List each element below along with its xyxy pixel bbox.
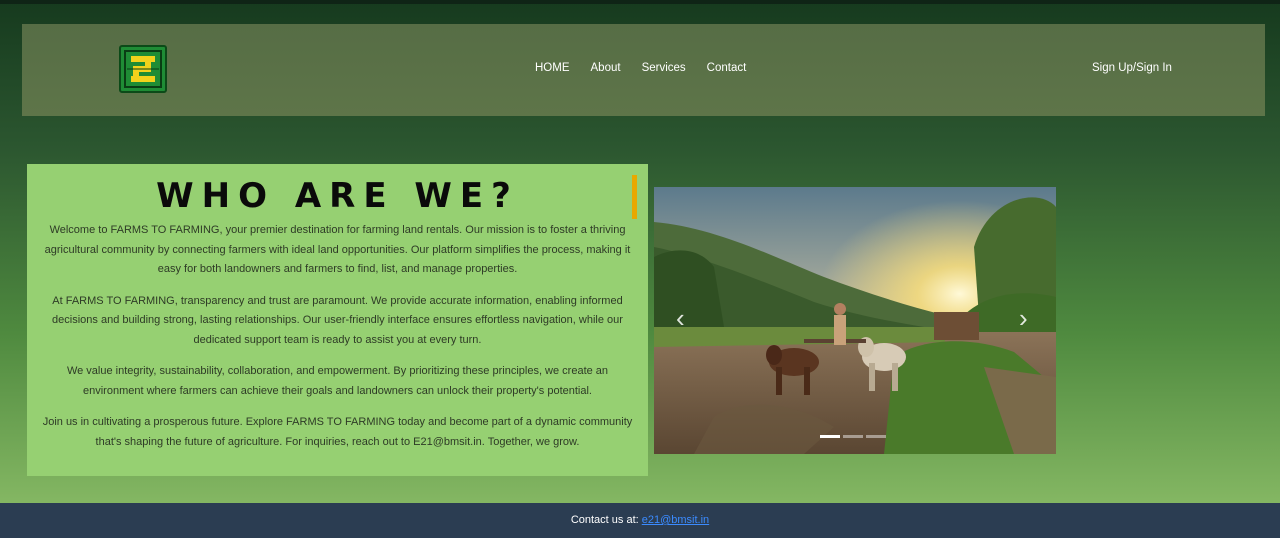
footer-contact-label: Contact us at: [570, 514, 642, 526]
farmer-plowing-image [654, 187, 1056, 454]
about-paragraph-4: Join us in cultivating a prosperous futu… [42, 416, 633, 448]
nav-services-link[interactable]: Services [642, 62, 686, 74]
navbar: HOME About Services Contact Sign Up/Sign… [22, 24, 1265, 116]
about-card: WHO ARE WE? Welcome to FARMS TO FARMING,… [27, 164, 648, 476]
nav-about-link[interactable]: About [591, 62, 621, 74]
logo-icon [124, 50, 162, 88]
carousel-indicator-1[interactable] [820, 435, 840, 438]
chevron-left-icon[interactable]: ‹ [676, 305, 685, 331]
about-body: Welcome to FARMS TO FARMING, your premie… [37, 221, 638, 464]
nav-home-link[interactable]: HOME [535, 62, 570, 74]
about-paragraph-1: Welcome to FARMS TO FARMING, your premie… [44, 224, 631, 275]
nav-contact-link[interactable]: Contact [707, 62, 747, 74]
about-paragraph-2: At FARMS TO FARMING, transparency and tr… [52, 294, 623, 346]
carousel-indicator-3[interactable] [866, 435, 886, 438]
signin-link[interactable]: Sign Up/Sign In [1092, 62, 1172, 74]
footer-email-link[interactable]: e21@bmsit.in [642, 514, 709, 526]
image-carousel[interactable]: ‹ › [654, 187, 1056, 454]
chevron-right-icon[interactable]: › [1019, 305, 1028, 331]
nav-links: HOME About Services Contact [535, 62, 767, 74]
accent-bar [632, 175, 637, 219]
about-paragraph-3: We value integrity, sustainability, coll… [66, 365, 609, 397]
carousel-indicators [820, 435, 886, 438]
footer: Contact us at: e21@bmsit.in [0, 503, 1280, 538]
logo[interactable] [119, 45, 167, 93]
carousel-indicator-2[interactable] [843, 435, 863, 438]
about-title: WHO ARE WE? [156, 176, 519, 216]
top-band [0, 0, 1280, 4]
